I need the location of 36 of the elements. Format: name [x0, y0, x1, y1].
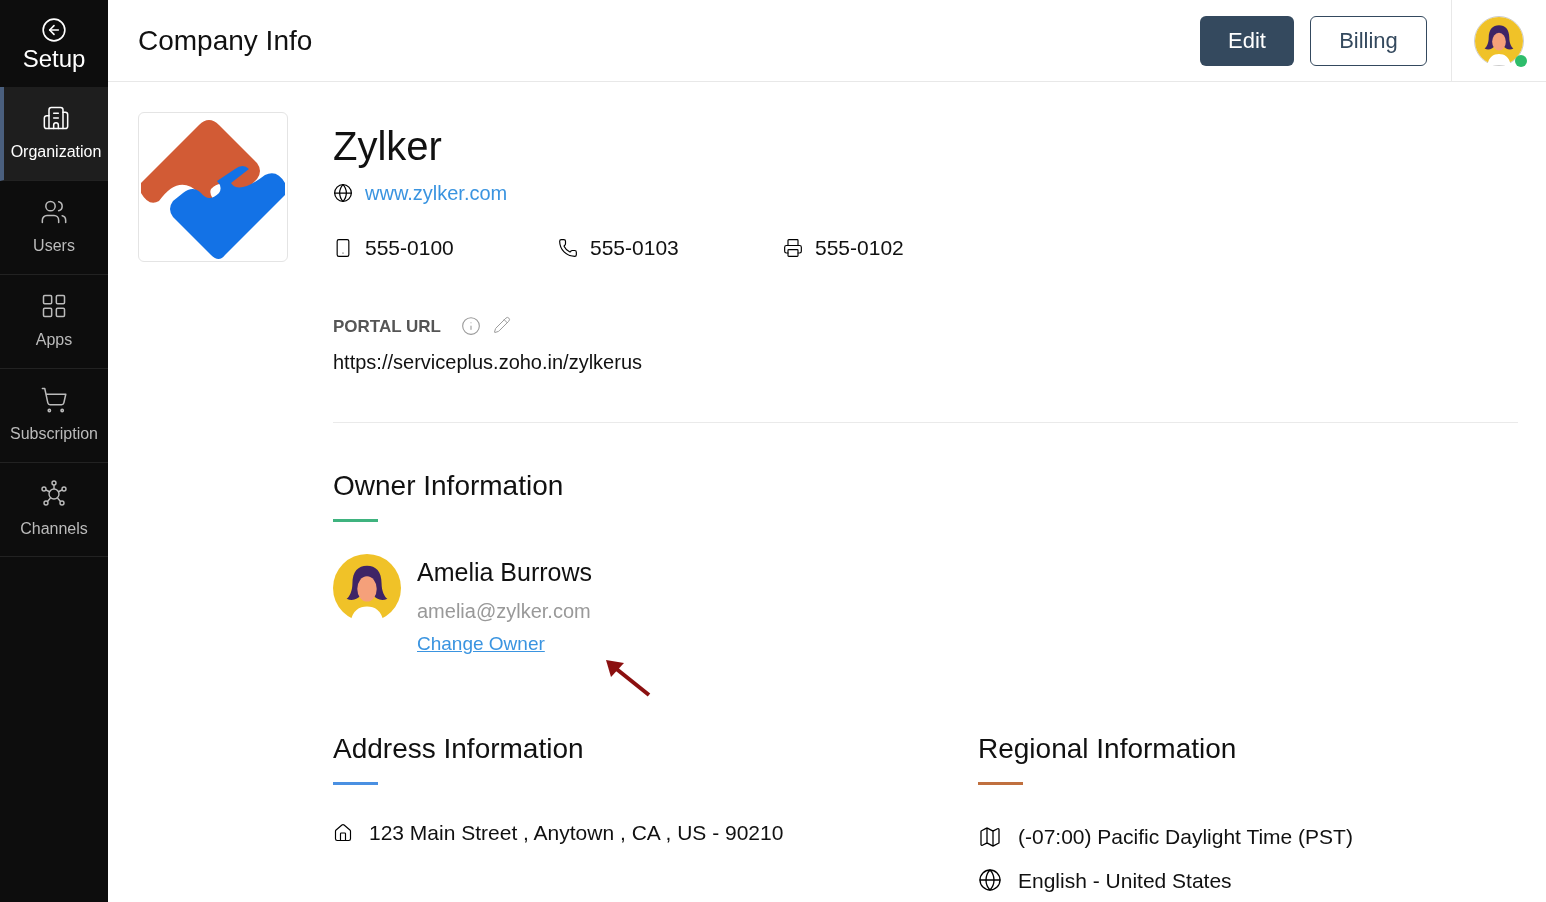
section-heading: Owner Information [333, 469, 565, 503]
portal-url-label: PORTAL URL [333, 315, 441, 338]
printer-icon [783, 237, 803, 258]
contact-number: 555-0103 [590, 235, 679, 261]
annotation-arrow [604, 658, 653, 698]
user-avatar[interactable] [1474, 15, 1524, 66]
portal-url: https://serviceplus.zoho.in/zylkerus [333, 350, 644, 375]
page-title: Company Info [138, 23, 314, 58]
edit-icon[interactable] [493, 316, 511, 335]
phone-icon [558, 237, 578, 258]
sidebar-title: Setup [22, 46, 86, 71]
edit-button[interactable]: Edit [1200, 15, 1294, 66]
cart-icon [40, 385, 68, 414]
contact-number: 555-0100 [365, 235, 454, 261]
avatar-drawing [1475, 16, 1523, 65]
section-heading: Regional Information [978, 732, 1238, 766]
address-text: 123 Main Street , Anytown , CA , US - 90210 [369, 820, 784, 846]
sidebar-item[interactable]: Channels [0, 463, 108, 557]
network-icon [39, 478, 69, 509]
back-icon[interactable] [41, 16, 67, 43]
globe-icon [978, 868, 1002, 893]
sidebar-item[interactable]: Apps [0, 275, 108, 369]
regional-text: English - United States [1018, 867, 1232, 894]
sidebar-item[interactable]: Subscription [0, 369, 108, 463]
owner-avatar [333, 554, 401, 622]
billing-button[interactable]: Billing [1310, 15, 1427, 66]
sidebar-item[interactable]: Organization [0, 87, 108, 181]
regional-text: (-07:00) Pacific Daylight Time (PST) [1018, 824, 1353, 850]
section-heading: Address Information [333, 732, 585, 766]
company-name: Zylker [333, 126, 443, 166]
sidebar-item[interactable]: Users [0, 181, 108, 275]
owner-email: amelia@zylker.com [417, 598, 592, 624]
contact-number: 555-0102 [815, 235, 904, 261]
globe-icon [333, 183, 353, 203]
house-icon [333, 822, 353, 843]
owner-name: Amelia Burrows [417, 557, 593, 588]
